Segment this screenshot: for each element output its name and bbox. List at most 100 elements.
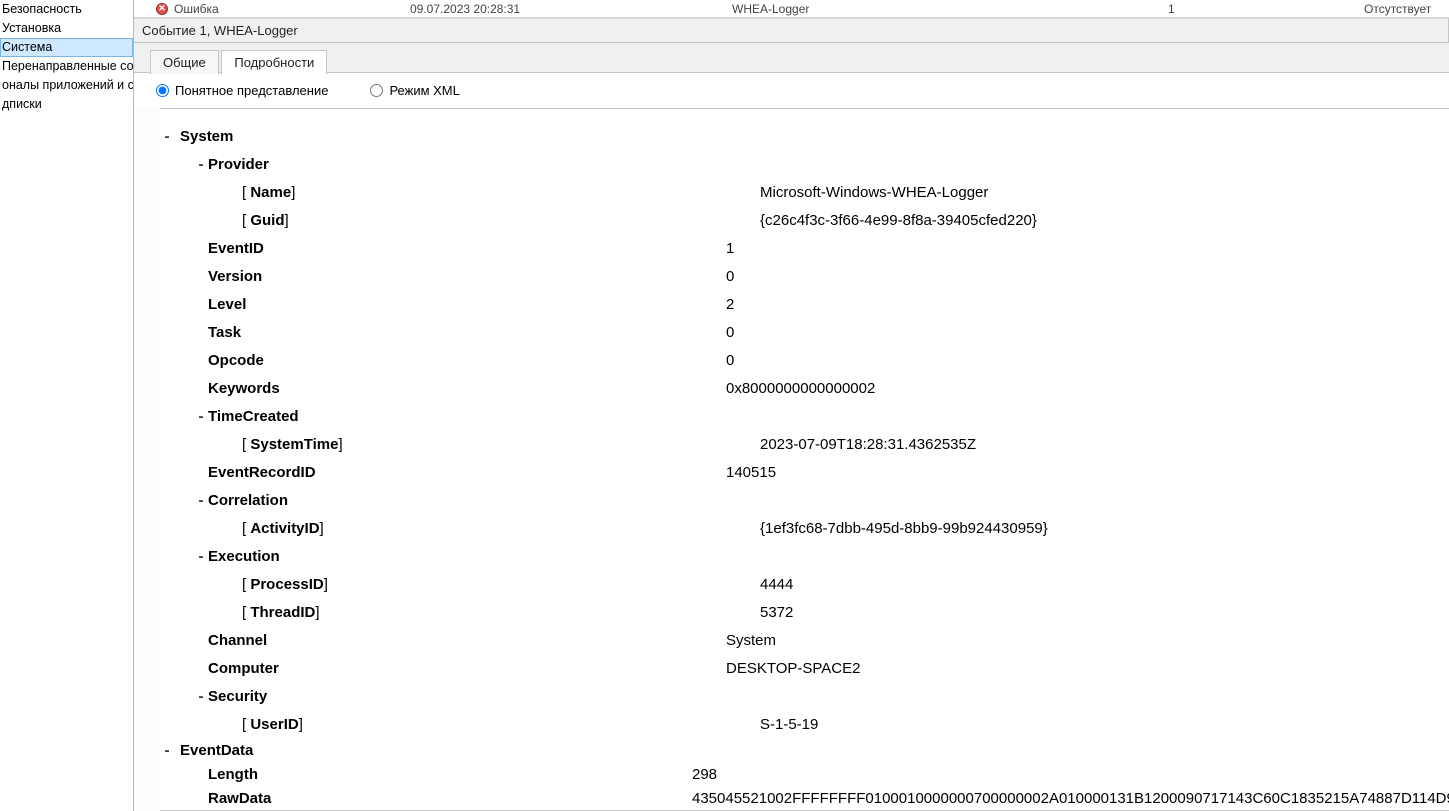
main-area: ✕ Ошибка 09.07.2023 20:28:31 WHEA-Logger… — [134, 0, 1449, 811]
keywords-value: 0x8000000000000002 — [726, 375, 875, 403]
node-provider-label: Provider — [208, 151, 269, 179]
channel-value: System — [726, 627, 776, 655]
task-value: 0 — [726, 319, 734, 347]
collapse-icon[interactable]: - — [194, 151, 208, 179]
version-label: Version — [208, 263, 262, 291]
node-rawdata: RawData 435045521002FFFFFFFF010001000000… — [194, 787, 1449, 811]
radio-xml[interactable]: Режим XML — [370, 83, 459, 98]
length-label: Length — [208, 763, 258, 787]
node-channel: Channel System — [194, 627, 1449, 655]
node-execution[interactable]: - Execution — [194, 543, 1449, 571]
length-value: 298 — [692, 763, 717, 787]
correlation-label: Correlation — [208, 487, 288, 515]
collapse-icon[interactable]: - — [194, 487, 208, 515]
systemtime-value: 2023-07-09T18:28:31.4362535Z — [760, 431, 976, 459]
detail-body[interactable]: - System - Provider [ Name] Microsoft-Wi… — [160, 108, 1449, 811]
userid-value: S-1-5-19 — [760, 711, 818, 739]
threadid-value: 5372 — [760, 599, 793, 627]
systemtime-label: SystemTime — [250, 436, 338, 453]
channel-label: Channel — [208, 627, 267, 655]
event-grid-row[interactable]: ✕ Ошибка 09.07.2023 20:28:31 WHEA-Logger… — [134, 0, 1449, 18]
collapse-icon[interactable]: - — [160, 739, 174, 763]
security-label: Security — [208, 683, 267, 711]
processid-label: ProcessID — [250, 576, 323, 593]
userid-label: UserID — [250, 716, 298, 733]
attr-name-value: Microsoft-Windows-WHEA-Logger — [760, 179, 988, 207]
node-computer: Computer DESKTOP-SPACE2 — [194, 655, 1449, 683]
node-eventrecordid: EventRecordID 140515 — [194, 459, 1449, 487]
threadid-label: ThreadID — [250, 604, 315, 621]
collapse-icon[interactable]: - — [194, 403, 208, 431]
level-value: 2 — [726, 291, 734, 319]
nav-item-forwarded[interactable]: Перенаправленные соб — [0, 57, 133, 76]
attr-guid-value: {c26c4f3c-3f66-4e99-8f8a-39405cfed220} — [760, 207, 1037, 235]
grid-id-cell: 1 — [1168, 2, 1364, 16]
node-security[interactable]: - Security — [194, 683, 1449, 711]
opcode-value: 0 — [726, 347, 734, 375]
eventid-value: 1 — [726, 235, 734, 263]
radio-xml-input[interactable] — [370, 84, 383, 97]
radio-friendly-input[interactable] — [156, 84, 169, 97]
version-value: 0 — [726, 263, 734, 291]
view-mode-row: Понятное представление Режим XML — [134, 73, 1449, 108]
attr-guid-label: Guid — [250, 212, 284, 229]
xml-tree: - System - Provider [ Name] Microsoft-Wi… — [160, 123, 1449, 811]
grid-source-cell: WHEA-Logger — [732, 2, 1168, 16]
nav-item-security[interactable]: Безопасность — [0, 0, 133, 19]
grid-date-cell: 09.07.2023 20:28:31 — [410, 2, 732, 16]
node-correlation[interactable]: - Correlation — [194, 487, 1449, 515]
activityid-value: {1ef3fc68-7dbb-495d-8bb9-99b924430959} — [760, 515, 1048, 543]
node-length: Length 298 — [194, 763, 1449, 787]
attr-threadid: [ ThreadID] 5372 — [228, 599, 1449, 627]
timecreated-label: TimeCreated — [208, 403, 299, 431]
node-opcode: Opcode 0 — [194, 347, 1449, 375]
node-provider[interactable]: - Provider — [194, 151, 1449, 179]
opcode-label: Opcode — [208, 347, 264, 375]
rawdata-value: 435045521002FFFFFFFF01000100000007000000… — [692, 787, 1449, 811]
attr-name-label: Name — [250, 184, 291, 201]
rawdata-label: RawData — [208, 787, 271, 811]
attr-systemtime: [ SystemTime] 2023-07-09T18:28:31.436253… — [228, 431, 1449, 459]
nav-item-system[interactable]: Система — [0, 38, 133, 57]
level-label: Level — [208, 291, 246, 319]
attr-processid: [ ProcessID] 4444 — [228, 571, 1449, 599]
eventid-label: EventID — [208, 235, 264, 263]
computer-value: DESKTOP-SPACE2 — [726, 655, 861, 683]
collapse-icon[interactable]: - — [194, 543, 208, 571]
node-task: Task 0 — [194, 319, 1449, 347]
nav-tree: Безопасность Установка Система Перенапра… — [0, 0, 134, 811]
grid-task-cell: Отсутствует — [1364, 2, 1431, 16]
node-timecreated[interactable]: - TimeCreated — [194, 403, 1449, 431]
execution-label: Execution — [208, 543, 280, 571]
radio-friendly-label: Понятное представление — [175, 83, 328, 98]
attr-provider-guid: [ Guid] {c26c4f3c-3f66-4e99-8f8a-39405cf… — [228, 207, 1449, 235]
tabs: Общие Подробности — [134, 43, 1449, 73]
computer-label: Computer — [208, 655, 279, 683]
node-keywords: Keywords 0x8000000000000002 — [194, 375, 1449, 403]
event-panel-title: Событие 1, WHEA-Logger — [134, 18, 1449, 43]
keywords-label: Keywords — [208, 375, 280, 403]
node-version: Version 0 — [194, 263, 1449, 291]
error-icon: ✕ — [156, 3, 168, 15]
activityid-label: ActivityID — [250, 520, 319, 537]
grid-level-cell: Ошибка — [174, 2, 410, 16]
attr-provider-name: [ Name] Microsoft-Windows-WHEA-Logger — [228, 179, 1449, 207]
nav-item-setup[interactable]: Установка — [0, 19, 133, 38]
node-level: Level 2 — [194, 291, 1449, 319]
radio-xml-label: Режим XML — [389, 83, 459, 98]
collapse-icon[interactable]: - — [160, 123, 174, 151]
nav-item-subscriptions[interactable]: дписки — [0, 95, 133, 114]
tab-details[interactable]: Подробности — [221, 50, 327, 75]
task-label: Task — [208, 319, 241, 347]
radio-friendly[interactable]: Понятное представление — [156, 83, 328, 98]
node-system[interactable]: - System — [160, 123, 1449, 151]
eventrecordid-value: 140515 — [726, 459, 776, 487]
nav-item-app-channels[interactable]: оналы приложений и сл — [0, 76, 133, 95]
node-system-label: System — [180, 123, 233, 151]
node-eventdata[interactable]: - EventData — [160, 739, 1449, 763]
tab-general[interactable]: Общие — [150, 50, 219, 74]
eventrecordid-label: EventRecordID — [208, 459, 316, 487]
app-root: Безопасность Установка Система Перенапра… — [0, 0, 1449, 811]
collapse-icon[interactable]: - — [194, 683, 208, 711]
processid-value: 4444 — [760, 571, 793, 599]
